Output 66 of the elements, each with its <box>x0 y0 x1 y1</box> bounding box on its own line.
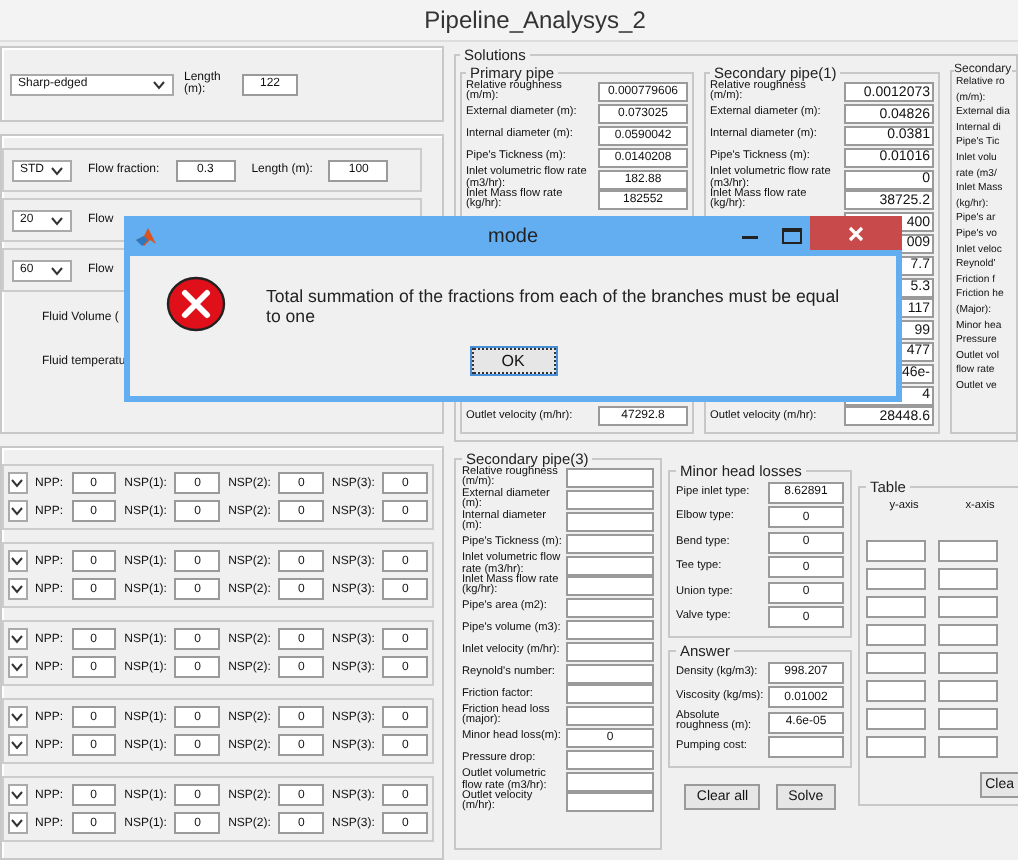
text-field[interactable] <box>938 596 998 618</box>
text-field[interactable] <box>866 708 926 730</box>
maximize-icon[interactable] <box>782 228 802 244</box>
app-icon <box>136 227 156 245</box>
text-field[interactable] <box>566 706 654 727</box>
text-field[interactable] <box>566 468 654 489</box>
text-field[interactable] <box>938 540 998 562</box>
window-title: Pipeline_Analysys_2 <box>424 6 646 34</box>
dropdown[interactable] <box>8 734 27 756</box>
message-text: Total summation of the fractions from each of the branches must be equal to one <box>266 286 842 326</box>
text-field[interactable] <box>566 490 654 511</box>
caret-icon <box>152 79 166 89</box>
dialog-title: mode <box>485 225 540 247</box>
text-field[interactable] <box>866 652 926 674</box>
text-field[interactable] <box>768 736 844 759</box>
dropdown[interactable] <box>8 656 27 678</box>
text-field[interactable] <box>938 568 998 590</box>
caret-icon <box>50 215 64 225</box>
close-icon <box>848 225 864 241</box>
caret-icon <box>50 165 64 175</box>
text-field[interactable] <box>866 540 926 562</box>
caret-icon <box>10 478 25 488</box>
caret-icon <box>50 265 64 275</box>
caret-icon <box>10 790 25 800</box>
text-field[interactable] <box>938 736 998 758</box>
text-field[interactable] <box>566 533 654 554</box>
dropdown[interactable] <box>8 812 27 834</box>
text-field[interactable] <box>566 555 654 576</box>
text-field[interactable] <box>938 624 998 646</box>
text-field[interactable] <box>566 641 654 662</box>
text-field[interactable] <box>938 680 998 702</box>
text-field[interactable] <box>566 792 654 813</box>
text-field[interactable] <box>566 619 654 640</box>
text-field[interactable] <box>938 708 998 730</box>
caret-icon <box>10 634 25 644</box>
text-field[interactable] <box>866 680 926 702</box>
dropdown[interactable] <box>8 500 27 522</box>
ok-button[interactable]: OK <box>471 348 555 374</box>
caret-icon <box>10 712 25 722</box>
dropdown[interactable] <box>8 550 27 572</box>
close-button[interactable] <box>810 216 902 250</box>
text-field[interactable] <box>566 749 654 770</box>
dropdown[interactable] <box>8 784 27 806</box>
dropdown[interactable] <box>8 706 27 728</box>
dropdown[interactable] <box>8 628 27 650</box>
caret-icon <box>10 556 25 566</box>
dropdown[interactable] <box>8 578 27 600</box>
text-field[interactable] <box>566 511 654 532</box>
text-field[interactable] <box>938 652 998 674</box>
text-field[interactable] <box>566 684 654 705</box>
caret-icon <box>10 506 25 516</box>
text-field[interactable] <box>866 596 926 618</box>
text-field[interactable] <box>866 624 926 646</box>
caret-icon <box>10 818 25 828</box>
text-field[interactable] <box>566 576 654 597</box>
text-field[interactable] <box>566 598 654 619</box>
dropdown[interactable] <box>8 472 27 494</box>
text-field[interactable] <box>866 568 926 590</box>
text-field[interactable] <box>866 736 926 758</box>
caret-icon <box>10 740 25 750</box>
minimize-icon[interactable] <box>742 236 758 240</box>
error-icon <box>166 276 226 332</box>
caret-icon <box>10 662 25 672</box>
text-field[interactable] <box>566 771 654 792</box>
text-field[interactable] <box>566 663 654 684</box>
caret-icon <box>10 584 25 594</box>
